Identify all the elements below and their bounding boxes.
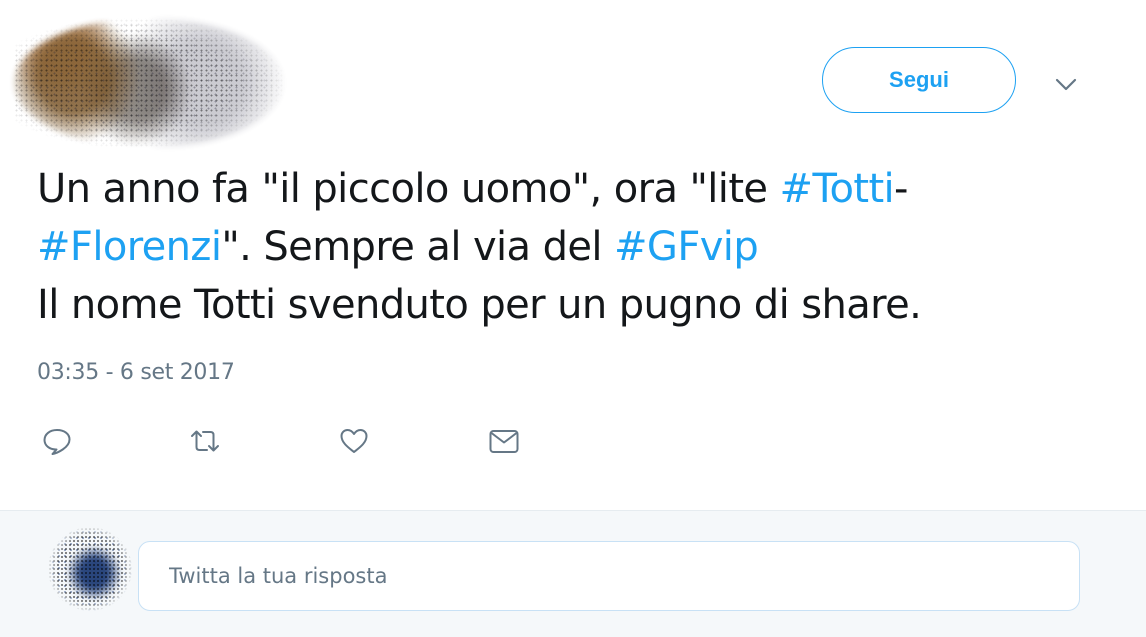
follow-button[interactable]: Segui: [822, 47, 1016, 113]
reply-composer: [0, 510, 1146, 637]
heart-icon: [340, 429, 368, 453]
user-avatar-pixelation: [48, 527, 132, 611]
hashtag-florenzi[interactable]: #Florenzi: [37, 224, 222, 270]
retweet-arrows-icon: [191, 430, 219, 452]
retweet-button[interactable]: [188, 424, 222, 458]
chevron-down-icon[interactable]: [1052, 72, 1080, 96]
hashtag-gfvip[interactable]: #GFvip: [614, 224, 759, 270]
reply-input[interactable]: [138, 541, 1080, 611]
tweet-text: Un anno fa "il piccolo uomo", ora "lite …: [37, 160, 1117, 334]
tweet-text-segment: ". Sempre al via del: [221, 224, 615, 270]
speech-bubble-icon: [43, 429, 71, 455]
tweet-text-segment: Il nome Totti svenduto per un pugno di s…: [37, 282, 922, 328]
reply-button[interactable]: [40, 424, 74, 458]
like-button[interactable]: [337, 424, 371, 458]
hashtag-totti[interactable]: #Totti: [780, 166, 895, 212]
direct-message-button[interactable]: [487, 424, 521, 458]
tweet-card: Segui Un anno fa "il piccolo uomo", ora …: [0, 0, 1146, 510]
envelope-icon: [489, 430, 519, 453]
tweet-text-segment: Un anno fa "il piccolo uomo", ora "lite: [37, 166, 780, 212]
tweet-text-segment: -: [894, 166, 908, 212]
tweet-timestamp[interactable]: 03:35 - 6 set 2017: [37, 360, 235, 385]
author-avatar-pixelation: [14, 18, 284, 148]
